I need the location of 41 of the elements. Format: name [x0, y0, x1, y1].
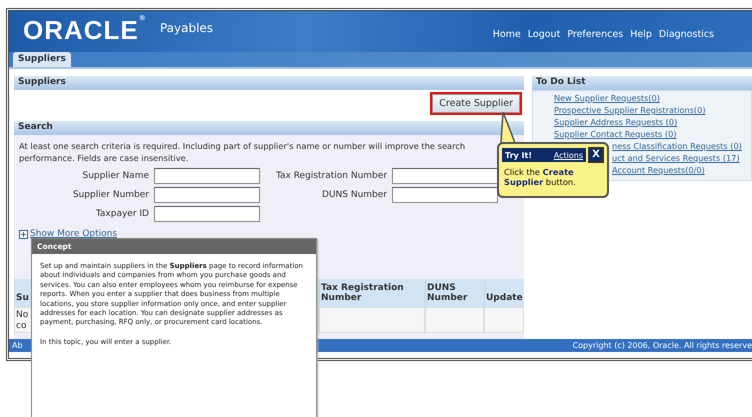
todo-link[interactable]: Prospective Supplier Registrations(0) — [554, 104, 706, 116]
section-header: To Do List — [532, 76, 752, 90]
header-link[interactable]: Help — [630, 28, 652, 40]
input-field[interactable] — [392, 186, 498, 203]
todo-link[interactable]: Supplier Contact Requests (0) — [554, 128, 677, 140]
close-button[interactable]: X — [588, 147, 604, 163]
callout-title: Try It! — [505, 150, 532, 160]
column-header: Update — [484, 278, 524, 307]
instructions-text: At least one search criteria is required. Including part of supplier's name or number will improve the search performance. Fields are case insensitive. — [19, 140, 466, 164]
column-header: DUNS Number — [425, 278, 484, 307]
header-link[interactable]: Diagnostics — [658, 28, 714, 40]
header-link[interactable]: Preferences — [567, 28, 624, 40]
actions-link[interactable]: Actions — [554, 150, 583, 160]
section-header: Suppliers — [14, 76, 524, 90]
input-field[interactable] — [154, 206, 260, 222]
field-label: Tax Registration Number — [275, 170, 387, 181]
field-label: DUNS Number — [321, 190, 387, 200]
copyright-text: Copyright (c) 2006, Oracle. All rights reserve — [572, 340, 752, 350]
todo-link[interactable]: Account Requests(0/0) — [612, 164, 705, 176]
todo-link[interactable]: Supplier Address Requests (0) — [554, 116, 678, 128]
product-name: Payables — [160, 21, 214, 35]
input-field[interactable] — [392, 168, 498, 184]
header-link[interactable]: Logout — [528, 28, 560, 40]
header-link[interactable]: Home — [492, 28, 521, 40]
todo-link[interactable]: New Supplier Requests(0) — [554, 92, 660, 104]
expand-icon[interactable] — [19, 230, 28, 239]
footer-text: Ab — [12, 340, 23, 350]
field-label: Taxpayer ID — [94, 208, 149, 219]
create-supplier-button[interactable]: Create Supplier — [432, 94, 520, 113]
tab[interactable]: Suppliers — [13, 52, 71, 67]
todo-link[interactable]: uct and Services Requests (17) — [612, 152, 740, 164]
table-cell — [425, 306, 484, 333]
input-field[interactable] — [154, 168, 260, 184]
field-label: Supplier Name — [82, 170, 149, 181]
input-field[interactable] — [154, 186, 260, 203]
column-header: Tax Registration Number — [319, 278, 425, 307]
callout-text: Click the Create Supplier button. — [504, 167, 577, 187]
field-label: Supplier Number — [72, 190, 149, 200]
section-header: Search — [14, 120, 524, 135]
todo-link[interactable]: ness Classification Requests (0) — [612, 140, 742, 152]
show-more-options-link[interactable]: Show More Options — [30, 229, 118, 240]
